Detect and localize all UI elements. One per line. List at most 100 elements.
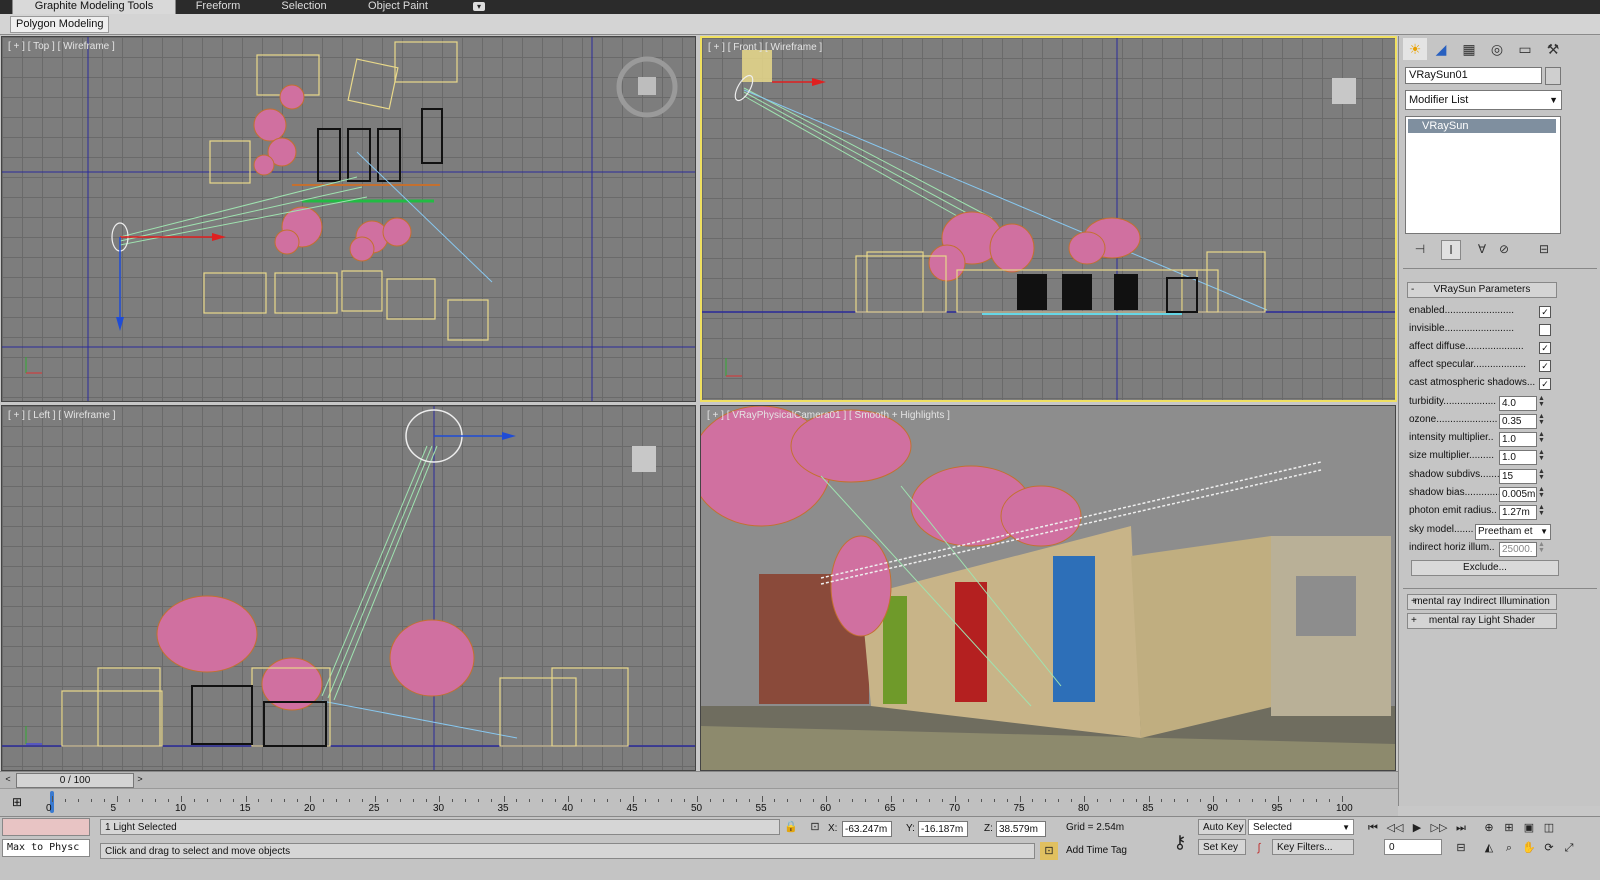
shadow-subdivs-spinner[interactable]: 15 <box>1499 469 1537 484</box>
viewport-camera[interactable]: [ + ] [ VRayPhysicalCamera01 ] [ Smooth … <box>700 405 1396 771</box>
default-tangent-icon[interactable]: ∫ <box>1250 839 1268 857</box>
indirect-horiz-illum-spinner[interactable]: 25000. <box>1499 542 1537 557</box>
add-time-tag-button[interactable]: Add Time Tag <box>1062 843 1152 859</box>
intensity-multiplier-spinner[interactable]: 1.0 <box>1499 432 1537 447</box>
trackbar-minor-tick <box>348 799 350 802</box>
stack-item-vraysun[interactable]: VRaySun <box>1408 119 1556 133</box>
y-field[interactable]: -16.187m <box>918 821 968 837</box>
ribbon-options-dropdown[interactable]: ▾ <box>466 0 492 14</box>
time-configuration-icon[interactable]: ⊟ <box>1452 839 1470 857</box>
time-slider[interactable]: < 0 / 100 > <box>0 771 1398 788</box>
spinner-arrows-icon[interactable]: ▲ ▼ <box>1538 395 1546 409</box>
auto-key-button[interactable]: Auto Key <box>1198 819 1246 835</box>
cast-atmospheric-shadows-checkbox[interactable]: ✓ <box>1539 378 1551 390</box>
remove-modifier-icon[interactable]: ⊘ <box>1495 240 1513 258</box>
tab-freeform[interactable]: Freeform <box>178 0 258 14</box>
rollout-mental-ray-indirect-illumination[interactable]: + mental ray Indirect Illumination <box>1407 594 1557 610</box>
curve-editor-icon[interactable]: ⊞ <box>12 795 28 809</box>
size-multiplier-spinner[interactable]: 1.0 <box>1499 450 1537 465</box>
trackbar[interactable]: ⊞ 0 5 10 15 20 25 30 35 40 45 50 55 60 65 70 75 80 85 90 95… <box>0 788 1398 816</box>
key-filters-button[interactable]: Key Filters... <box>1272 839 1354 855</box>
trackbar-minor-tick <box>206 799 208 802</box>
viewport-left[interactable]: [ + ] [ Left ] [ Wireframe ] <box>1 405 696 771</box>
photon-emit-radius-spinner[interactable]: 1.27m <box>1499 505 1537 520</box>
absolute-mode-icon[interactable]: ⊡ <box>806 818 824 836</box>
viewport-top[interactable]: [ + ] [ Top ] [ Wireframe ] <box>1 36 696 402</box>
shadow-bias-spinner[interactable]: 0.005m <box>1499 487 1537 502</box>
polygon-modeling-button[interactable]: Polygon Modeling <box>10 16 110 33</box>
rollout-title: VRaySun Parameters <box>1433 284 1531 295</box>
ozone-spinner[interactable]: 0.35 <box>1499 414 1537 429</box>
viewport-top-label[interactable]: [ + ] [ Top ] [ Wireframe ] <box>8 41 115 52</box>
viewport-left-label[interactable]: [ + ] [ Left ] [ Wireframe ] <box>8 410 116 421</box>
object-color-swatch[interactable] <box>1545 67 1561 85</box>
affect-specular-checkbox[interactable]: ✓ <box>1539 360 1551 372</box>
tab-graphite-modeling-tools[interactable]: Graphite Modeling Tools <box>12 0 176 14</box>
orbit-icon[interactable]: ⟳ <box>1540 839 1558 857</box>
field-of-view-icon[interactable]: ◭ <box>1480 839 1498 857</box>
hierarchy-icon[interactable]: ▦ <box>1457 38 1481 60</box>
z-field[interactable]: 38.579m <box>996 821 1046 837</box>
rollout-vraysun-parameters[interactable]: - VRaySun Parameters <box>1407 282 1557 298</box>
make-unique-icon[interactable]: ∀ <box>1473 240 1491 258</box>
viewport-front-label[interactable]: [ + ] [ Front ] [ Wireframe ] <box>708 42 822 53</box>
key-mode-dropdown[interactable]: Selected ▼ <box>1248 819 1354 835</box>
time-slider-thumb[interactable]: 0 / 100 <box>16 773 134 788</box>
viewport-camera-label[interactable]: [ + ] [ VRayPhysicalCamera01 ] [ Smooth … <box>707 410 950 421</box>
tab-selection[interactable]: Selection <box>262 0 346 14</box>
exclude-button[interactable]: Exclude... <box>1411 560 1559 576</box>
show-end-result-icon[interactable]: Ⅰ <box>1441 240 1461 260</box>
configure-sets-icon[interactable]: ⊟ <box>1535 240 1553 258</box>
previous-frame-icon[interactable]: ◁◁ <box>1386 819 1404 837</box>
sky-model-dropdown[interactable]: Preetham et ▼ <box>1475 524 1551 540</box>
time-slider-next-button[interactable]: > <box>134 773 146 786</box>
spinner-arrows-icon[interactable]: ▲ ▼ <box>1538 468 1546 482</box>
curve-icon[interactable]: ◢ <box>1429 38 1453 60</box>
pin-stack-icon[interactable]: ⊣ <box>1411 240 1429 258</box>
zoom-region-icon[interactable]: ⌕ <box>1500 839 1518 857</box>
rollout-mental-ray-light-shader[interactable]: + mental ray Light Shader <box>1407 613 1557 629</box>
utilities-icon[interactable]: ⚒ <box>1541 38 1565 60</box>
go-to-start-icon[interactable]: ⏮ <box>1364 819 1382 837</box>
x-field[interactable]: -63.247m <box>842 821 892 837</box>
object-name-field[interactable]: VRaySun01 <box>1405 67 1542 84</box>
key-icon[interactable]: ⚷ <box>1162 827 1198 857</box>
spinner-arrows-icon[interactable]: ▲ ▼ <box>1538 504 1546 518</box>
zoom-extents-all-icon[interactable]: ◫ <box>1540 819 1558 837</box>
zoom-icon[interactable]: ⊕ <box>1480 819 1498 837</box>
go-to-end-icon[interactable]: ⏭ <box>1452 819 1470 837</box>
rollout-title: mental ray Indirect Illumination <box>1414 596 1550 607</box>
viewport-front[interactable]: [ + ] [ Front ] [ Wireframe ] <box>700 36 1397 402</box>
modifier-stack[interactable]: VRaySun <box>1405 116 1561 234</box>
trackbar-minor-tick <box>1122 799 1124 802</box>
time-slider-prev-button[interactable]: < <box>2 773 14 786</box>
trackbar-minor-tick <box>413 799 415 802</box>
zoom-all-icon[interactable]: ⊞ <box>1500 819 1518 837</box>
spinner-arrows-icon[interactable]: ▲ ▼ <box>1538 449 1546 463</box>
next-frame-icon[interactable]: ▷▷ <box>1430 819 1448 837</box>
spinner-arrows-icon[interactable]: ▲ ▼ <box>1538 413 1546 427</box>
play-icon[interactable]: ▶ <box>1408 819 1426 837</box>
time-tag-icon[interactable]: ⊡ <box>1040 842 1058 860</box>
affect-diffuse-checkbox[interactable]: ✓ <box>1539 342 1551 354</box>
lock-selection-icon[interactable]: 🔒 <box>782 818 800 836</box>
sun-icon[interactable]: ☀ <box>1403 38 1427 60</box>
maxscript-mini-listener[interactable]: Max to Physc <box>2 839 90 857</box>
invisible-checkbox[interactable] <box>1539 324 1551 336</box>
tab-object-paint[interactable]: Object Paint <box>350 0 446 14</box>
motion-icon[interactable]: ◎ <box>1485 38 1509 60</box>
trackbar-tick-mark <box>632 796 634 802</box>
pan-icon[interactable]: ✋ <box>1520 839 1538 857</box>
spinner-arrows-icon[interactable]: ▲ ▼ <box>1538 486 1546 500</box>
maximize-viewport-icon[interactable]: ⤢ <box>1560 839 1578 857</box>
maxscript-listener-pink[interactable] <box>2 818 90 836</box>
spinner-arrows-icon[interactable]: ▲ ▼ <box>1538 541 1546 555</box>
current-frame-field[interactable]: 0 <box>1384 839 1442 855</box>
enabled-checkbox[interactable]: ✓ <box>1539 306 1551 318</box>
modifier-list-dropdown[interactable]: Modifier List ▼ <box>1405 90 1562 110</box>
spinner-arrows-icon[interactable]: ▲ ▼ <box>1538 431 1546 445</box>
display-icon[interactable]: ▭ <box>1513 38 1537 60</box>
turbidity-spinner[interactable]: 4.0 <box>1499 396 1537 411</box>
set-key-button[interactable]: Set Key <box>1198 839 1246 855</box>
zoom-extents-icon[interactable]: ▣ <box>1520 819 1538 837</box>
